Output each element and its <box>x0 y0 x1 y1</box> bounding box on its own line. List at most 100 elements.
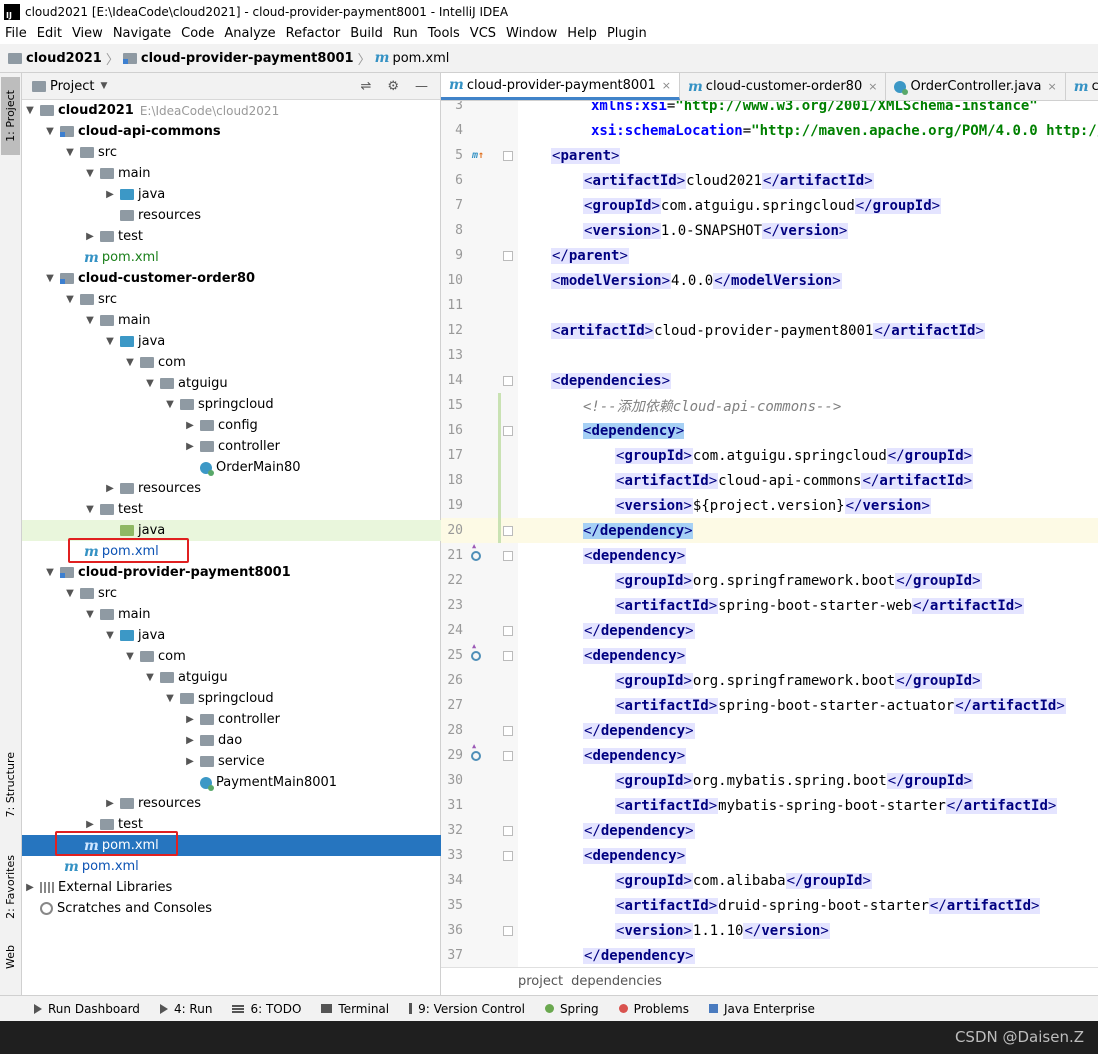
editor-breadcrumb-item[interactable]: project <box>518 974 563 989</box>
tree-node[interactable]: m pom.xml <box>22 247 502 268</box>
code-line[interactable]: 25 <dependency> <box>441 642 1098 668</box>
gear-icon[interactable]: ⚙ <box>387 79 399 94</box>
code-line[interactable]: 7 <groupId>com.atguigu.springcloud</group… <box>441 193 1098 218</box>
code-line[interactable]: 19 <version>${project.version}</version> <box>441 493 1098 518</box>
menu-view[interactable]: View <box>67 26 108 41</box>
menu-code[interactable]: Code <box>176 26 219 41</box>
close-icon[interactable]: × <box>1048 80 1057 93</box>
menu-tools[interactable]: Tools <box>423 26 465 41</box>
tree-node[interactable]: ▼ src <box>22 583 482 604</box>
code-line[interactable]: 26 <groupId>org.springframework.boot</gro… <box>441 668 1098 693</box>
code-line[interactable]: 11 <box>441 293 1098 318</box>
editor-tab[interactable]: OrderController.java × <box>886 73 1066 100</box>
code-line[interactable]: 6 <artifactId>cloud2021</artifactId> <box>441 168 1098 193</box>
breadcrumb-item-file[interactable]: m pom.xml <box>375 50 450 66</box>
code-line[interactable]: 29 <dependency> <box>441 742 1098 768</box>
code-line[interactable]: 21 <dependency> <box>441 542 1098 568</box>
tree-node[interactable]: ▼ cloud-provider-payment8001 <box>22 562 462 583</box>
tree-node[interactable]: ▼ main <box>22 604 502 625</box>
collapse-all-icon[interactable]: ⇌ <box>360 79 371 94</box>
tree-node[interactable]: ▼ src <box>22 142 482 163</box>
fold-icon[interactable] <box>503 750 513 761</box>
code-line[interactable]: 18 <artifactId>cloud-api-commons</artifac… <box>441 468 1098 493</box>
menu-window[interactable]: Window <box>501 26 562 41</box>
code-line[interactable]: 9 </parent> <box>441 243 1098 268</box>
fold-icon[interactable] <box>503 725 513 736</box>
fold-icon[interactable] <box>503 375 513 386</box>
tree-node[interactable]: ▶ External Libraries <box>22 877 442 898</box>
dependency-icon[interactable] <box>471 642 481 661</box>
code-line[interactable]: 20 </dependency> <box>441 518 1098 543</box>
tree-node[interactable]: ▼ main <box>22 163 502 184</box>
code-line[interactable]: 24 </dependency> <box>441 618 1098 643</box>
breadcrumb-item-root[interactable]: cloud2021 〉 <box>0 49 123 68</box>
code-line[interactable]: 33 <dependency> <box>441 843 1098 868</box>
tab-web[interactable]: Web <box>1 937 20 977</box>
close-icon[interactable]: × <box>662 79 671 92</box>
todo-button[interactable]: 6: TODO <box>232 1002 301 1016</box>
tab-favorites[interactable]: 2: Favorites <box>1 843 20 931</box>
editor-tab-active[interactable]: m cloud-provider-payment8001 × <box>441 73 680 100</box>
fold-icon[interactable] <box>503 925 513 936</box>
editor-tab[interactable]: mcloud-api <box>1066 73 1098 100</box>
code-line[interactable]: 12 <artifactId>cloud-provider-payment8001… <box>441 318 1098 343</box>
tree-node[interactable]: ▼ cloud-customer-order80 <box>22 268 462 289</box>
fold-icon[interactable] <box>503 525 513 536</box>
fold-icon[interactable] <box>503 850 513 861</box>
code-line[interactable]: 17 <groupId>com.atguigu.springcloud</grou… <box>441 443 1098 468</box>
tree-node[interactable]: ▼ cloud-api-commons <box>22 121 462 142</box>
tree-node[interactable]: ▶ test <box>22 226 502 247</box>
version-control-button[interactable]: 9: Version Control <box>409 1002 525 1016</box>
code-line[interactable]: 16 <dependency> <box>441 418 1098 443</box>
menu-analyze[interactable]: Analyze <box>219 26 280 41</box>
code-line[interactable]: 31 <artifactId>mybatis-spring-boot-starte… <box>441 793 1098 818</box>
tree-node[interactable]: ▼ test <box>22 499 502 520</box>
code-line[interactable]: 5m <parent> <box>441 143 1098 168</box>
run-dashboard-button[interactable]: Run Dashboard <box>34 1002 140 1016</box>
problems-button[interactable]: Problems <box>618 1002 689 1016</box>
code-line[interactable]: 36 <version>1.1.10</version> <box>441 918 1098 943</box>
menu-build[interactable]: Build <box>345 26 388 41</box>
breadcrumb-item-module[interactable]: cloud-provider-payment8001 〉 <box>122 49 375 68</box>
fold-icon[interactable] <box>503 425 513 436</box>
code-line[interactable]: 28 </dependency> <box>441 718 1098 743</box>
code-editor[interactable]: 3 xmlns:xsi="http://www.w3.org/2001/XMLSc… <box>441 101 1098 967</box>
menu-run[interactable]: Run <box>388 26 423 41</box>
code-line[interactable]: 34 <groupId>com.alibaba</groupId> <box>441 868 1098 893</box>
tree-node[interactable]: ▼ src <box>22 289 482 310</box>
fold-icon[interactable] <box>503 650 513 661</box>
spring-button[interactable]: Spring <box>544 1002 599 1016</box>
menu-navigate[interactable]: Navigate <box>108 26 176 41</box>
close-icon[interactable]: × <box>868 80 877 93</box>
code-line[interactable]: 37 </dependency> <box>441 943 1098 967</box>
editor-tab[interactable]: m cloud-customer-order80 × <box>680 73 887 100</box>
fold-icon[interactable] <box>503 550 513 561</box>
code-line[interactable]: 14 <dependencies> <box>441 368 1098 393</box>
tree-node[interactable]: ▼ cloud2021 E:\IdeaCode\cloud2021 <box>22 100 442 121</box>
tree-node[interactable]: Scratches and Consoles <box>22 898 458 919</box>
code-line[interactable]: 35 <artifactId>druid-spring-boot-starter<… <box>441 893 1098 918</box>
terminal-button[interactable]: Terminal <box>321 1002 389 1016</box>
menu-vcs[interactable]: VCS <box>465 26 501 41</box>
code-line[interactable]: 15 <!--添加依赖cloud-api-commons--> <box>441 393 1098 418</box>
project-view-selector[interactable]: Project ▼ <box>32 79 107 94</box>
code-line[interactable]: 32 </dependency> <box>441 818 1098 843</box>
tree-node[interactable]: ▼ main <box>22 310 502 331</box>
code-line[interactable]: 22 <groupId>org.springframework.boot</gro… <box>441 568 1098 593</box>
dependency-icon[interactable] <box>471 742 481 761</box>
tree-node[interactable]: m pom.xml <box>22 856 482 877</box>
tab-structure[interactable]: 7: Structure <box>1 741 20 829</box>
fold-icon[interactable] <box>503 825 513 836</box>
code-line[interactable]: 30 <groupId>org.mybatis.spring.boot</grou… <box>441 768 1098 793</box>
menu-help[interactable]: Help <box>562 26 602 41</box>
hide-icon[interactable]: — <box>415 79 428 94</box>
override-icon[interactable]: m <box>471 149 485 163</box>
editor-breadcrumb-item[interactable]: dependencies <box>571 974 662 989</box>
code-line[interactable]: 3 xmlns:xsi="http://www.w3.org/2001/XMLSc… <box>441 101 1098 118</box>
run-button[interactable]: 4: Run <box>159 1002 212 1016</box>
code-line[interactable]: 13 <box>441 343 1098 368</box>
fold-icon[interactable] <box>503 250 513 261</box>
code-line[interactable]: 10 <modelVersion>4.0.0</modelVersion> <box>441 268 1098 293</box>
menu-plugin[interactable]: Plugin <box>602 26 652 41</box>
fold-icon[interactable] <box>503 150 513 161</box>
